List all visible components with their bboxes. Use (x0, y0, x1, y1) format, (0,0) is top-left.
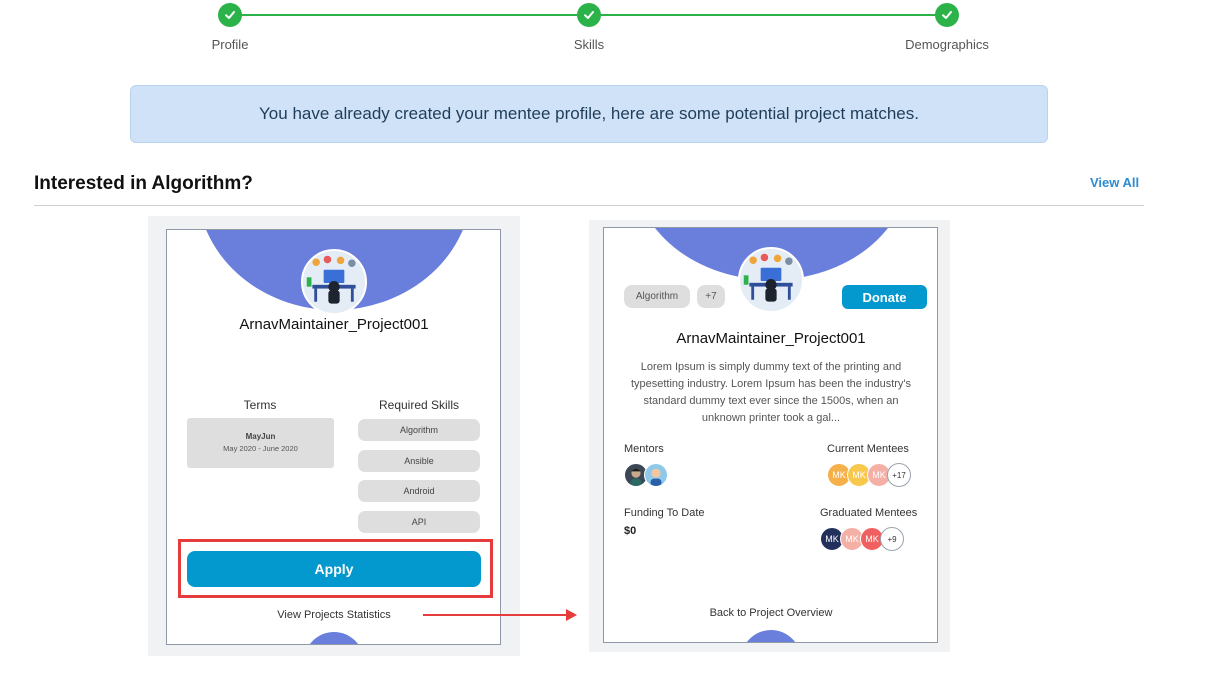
terms-heading: Terms (243, 398, 277, 412)
info-banner-text: You have already created your mentee pro… (259, 104, 919, 123)
graduated-mentees-label: Graduated Mentees (820, 507, 918, 519)
annotation-arrow-line (423, 614, 568, 616)
required-skills-heading: Required Skills (378, 398, 460, 412)
progress-stepper: Profile Skills Demographics (0, 0, 1226, 60)
term-item: MayJun May 2020 - June 2020 (187, 418, 334, 468)
card-footer-shape (741, 630, 801, 642)
project-name[interactable]: ArnavMaintainer_Project001 (239, 316, 428, 333)
project-avatar (301, 249, 367, 315)
step-profile-check-icon (218, 3, 242, 27)
project-statistics-card: Algorithm +7 Donate ArnavMaintainer_Proj… (603, 227, 938, 643)
project-avatar (738, 247, 804, 313)
step-label-demographics[interactable]: Demographics (905, 37, 989, 52)
project-description: Lorem Ipsum is simply dummy text of the … (630, 361, 912, 424)
info-banner: You have already created your mentee pro… (130, 85, 1048, 143)
mentor-avatar[interactable] (644, 463, 668, 487)
term-name: MayJun (245, 432, 276, 441)
donate-button[interactable]: Donate (842, 285, 927, 309)
term-dates: May 2020 - June 2020 (223, 444, 298, 453)
tag-algorithm[interactable]: Algorithm (624, 285, 690, 308)
step-label-skills[interactable]: Skills (574, 37, 604, 52)
skill-pill: Algorithm (358, 419, 480, 441)
skill-pill: Android (358, 480, 480, 502)
step-skills-check-icon (577, 3, 601, 27)
skill-pill: API (358, 511, 480, 533)
apply-highlight-box (178, 539, 493, 598)
section-title: Interested in Algorithm? (34, 173, 253, 194)
funding-value: $0 (624, 525, 637, 537)
mentors-label: Mentors (624, 443, 664, 455)
step-label-profile[interactable]: Profile (212, 37, 249, 52)
step-demographics-check-icon (935, 3, 959, 27)
tag-more[interactable]: +7 (697, 285, 725, 308)
view-project-statistics-link[interactable]: View Projects Statistics (277, 609, 391, 621)
funding-label: Funding To Date (624, 507, 705, 519)
graduated-mentees-more-badge[interactable]: +9 (880, 527, 904, 551)
view-all-link[interactable]: View All (1090, 175, 1139, 190)
current-mentees-label: Current Mentees (827, 443, 909, 455)
current-mentees-more-badge[interactable]: +17 (887, 463, 911, 487)
back-to-overview-link[interactable]: Back to Project Overview (710, 607, 833, 619)
skill-pill: Ansible (358, 450, 480, 472)
section-divider (34, 205, 1144, 206)
card-footer-shape (304, 632, 364, 644)
project-name[interactable]: ArnavMaintainer_Project001 (676, 330, 865, 347)
annotation-arrow-head-icon (566, 609, 577, 621)
